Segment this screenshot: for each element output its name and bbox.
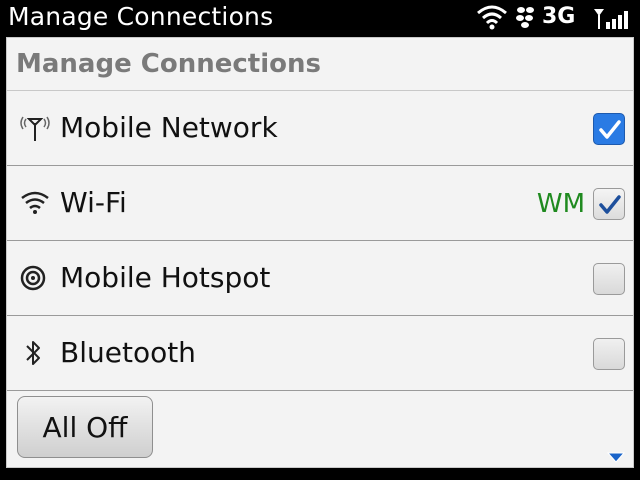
wifi-checkbox[interactable] [593, 188, 625, 220]
row-label: Mobile Network [60, 111, 278, 144]
manage-connections-panel: Manage Connections Mobile Network Wi-Fi … [6, 37, 634, 468]
row-mobile-network[interactable]: Mobile Network [7, 91, 633, 166]
bbm-icon [514, 5, 538, 33]
wifi-network-status: WM [536, 189, 585, 219]
row-bluetooth[interactable]: Bluetooth [7, 316, 633, 391]
scroll-down-icon[interactable] [606, 448, 626, 467]
network-type: 3G [542, 4, 576, 29]
mobile-network-checkbox[interactable] [593, 113, 625, 145]
row-mobile-hotspot[interactable]: Mobile Hotspot [7, 241, 633, 316]
row-label: Wi-Fi [60, 186, 127, 219]
status-bar-title: Manage Connections [8, 2, 274, 31]
bluetooth-icon [17, 338, 53, 368]
status-bar: Manage Connections 3G [0, 0, 640, 34]
wifi-icon [476, 3, 508, 35]
bluetooth-checkbox[interactable] [593, 338, 625, 370]
all-off-button[interactable]: All Off [17, 396, 153, 458]
panel-header: Manage Connections [7, 38, 633, 91]
signal-icon [592, 7, 634, 33]
mobile-hotspot-checkbox[interactable] [593, 263, 625, 295]
panel-title: Manage Connections [16, 49, 321, 79]
wifi-icon [17, 188, 53, 218]
hotspot-icon [17, 263, 53, 293]
antenna-icon [17, 113, 53, 143]
row-wi-fi[interactable]: Wi-Fi WM [7, 166, 633, 241]
row-label: Mobile Hotspot [60, 261, 271, 294]
row-label: Bluetooth [60, 336, 196, 369]
